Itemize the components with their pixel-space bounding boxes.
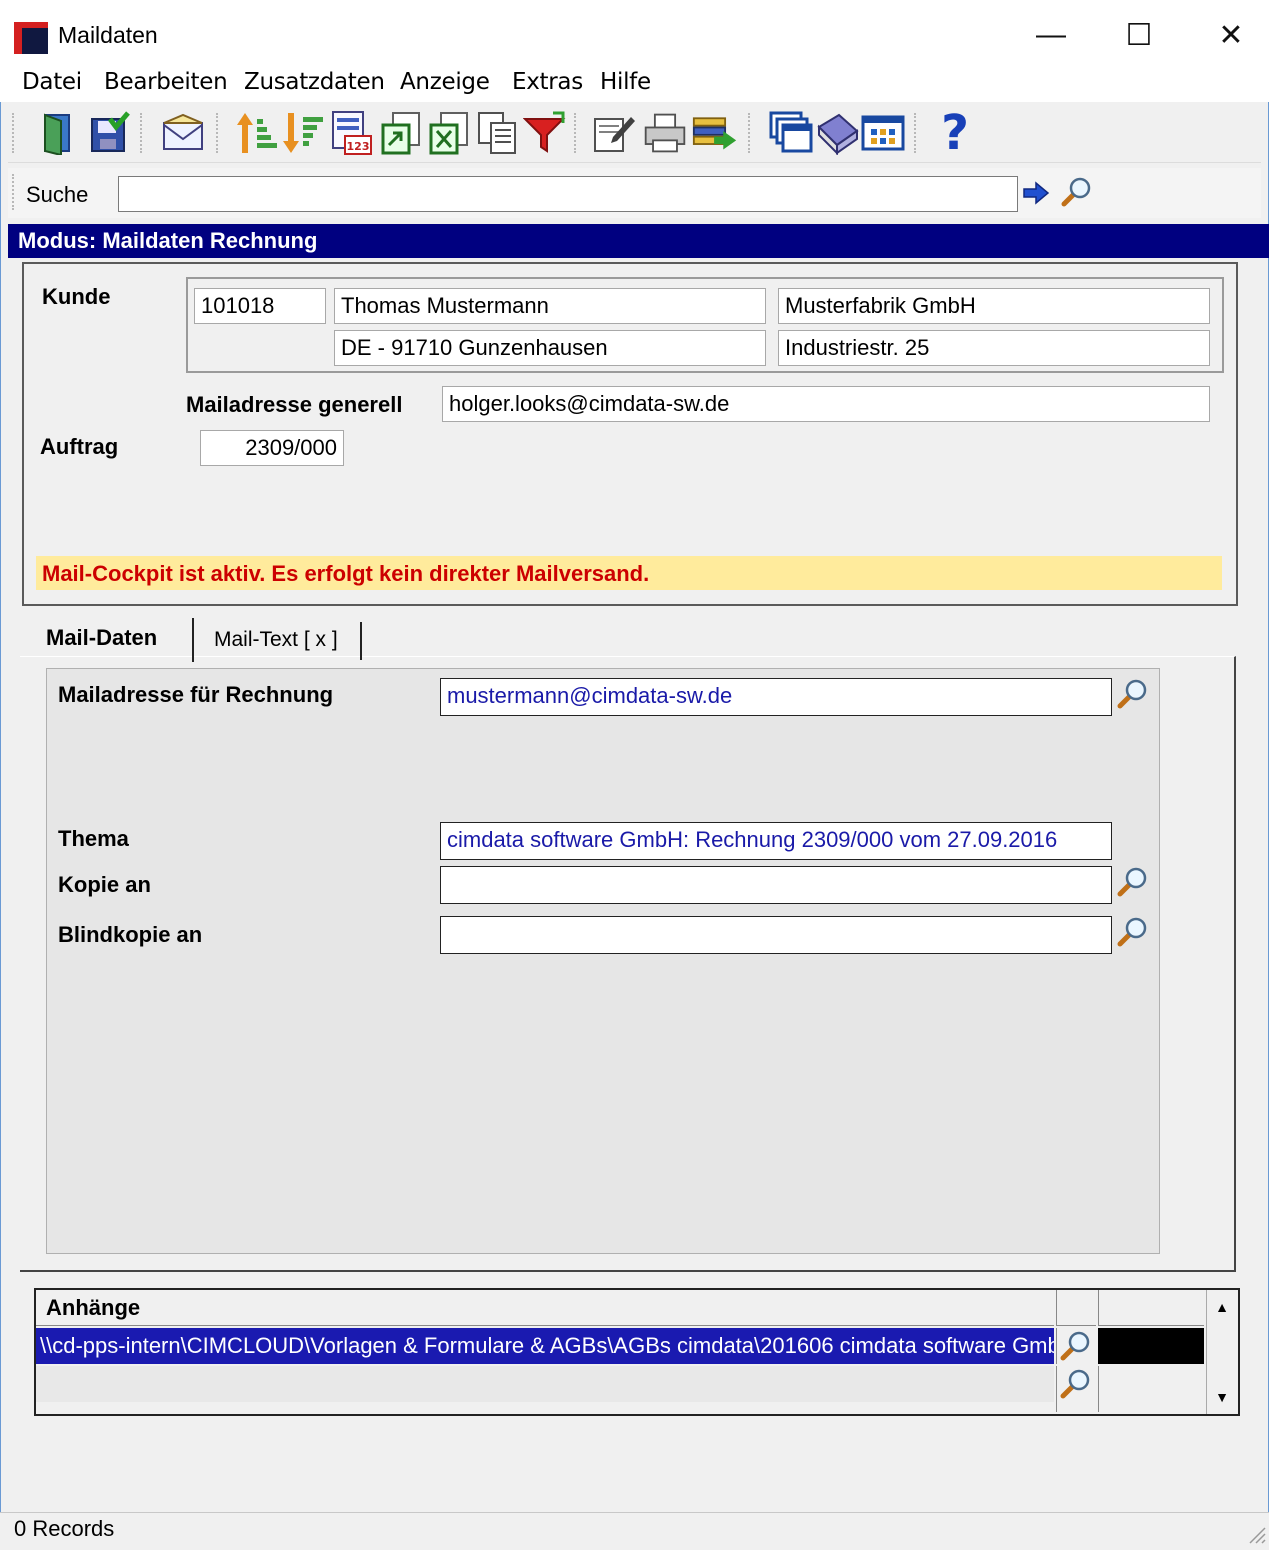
menu-hilfe[interactable]: Hilfe <box>600 69 651 95</box>
grid-header-cell <box>1056 1290 1096 1326</box>
toolbar-grip <box>12 113 18 153</box>
app-logo-icon <box>14 22 48 54</box>
customer-company-field[interactable]: Musterfabrik GmbH <box>778 288 1210 324</box>
bcc-lookup-icon[interactable] <box>1114 914 1150 950</box>
attachment-lookup-icon[interactable] <box>1056 1366 1096 1412</box>
svg-text:?: ? <box>941 107 969 157</box>
excel-icon[interactable] <box>426 109 472 157</box>
record-count: 0 Records <box>14 1516 115 1541</box>
mail-icon[interactable] <box>160 109 206 157</box>
menu-zusatzdaten[interactable]: Zusatzdaten <box>244 69 385 95</box>
tab-mail-text[interactable]: Mail-Text [ x ] <box>196 622 362 660</box>
help-icon[interactable]: ? <box>932 105 978 159</box>
attachment-row[interactable]: \\cd-pps-intern\CIMCLOUD\Vorlagen & Form… <box>36 1328 1054 1364</box>
scroll-up-arrow-icon[interactable]: ▲ <box>1206 1290 1238 1324</box>
status-bar <box>0 1512 1269 1546</box>
search-magnifier-icon[interactable] <box>1058 174 1094 210</box>
subject-field[interactable]: cimdata software GmbH: Rechnung 2309/000… <box>440 822 1112 860</box>
toolbar-separator <box>914 113 920 153</box>
menu-anzeige[interactable]: Anzeige <box>400 69 490 95</box>
toolbar-separator <box>216 113 222 153</box>
invoice-mail-field[interactable]: mustermann@cimdata-sw.de <box>440 678 1112 716</box>
toolbar-grip <box>12 174 18 210</box>
invoice-mail-label: Mailadresse für Rechnung <box>58 682 334 707</box>
cc-lookup-icon[interactable] <box>1114 864 1150 900</box>
toolbar: 123 ? <box>8 103 1261 163</box>
customer-label: Kunde <box>42 284 111 309</box>
customer-number-field[interactable]: 101018 <box>194 288 326 324</box>
general-mail-field[interactable]: holger.looks@cimdata-sw.de <box>442 386 1210 422</box>
invoice-mail-lookup-icon[interactable] <box>1114 676 1150 712</box>
search-go-arrow-icon[interactable] <box>1022 180 1050 206</box>
search-input[interactable] <box>118 176 1018 212</box>
order-number-field[interactable]: 2309/000 <box>200 430 344 466</box>
sort-descending-icon[interactable] <box>280 109 326 157</box>
customer-street-field[interactable]: Industriestr. 25 <box>778 330 1210 366</box>
save-icon[interactable] <box>86 109 132 157</box>
menu-extras[interactable]: Extras <box>512 69 583 95</box>
toolbar-separator <box>748 113 754 153</box>
customer-name-field[interactable]: Thomas Mustermann <box>334 288 766 324</box>
tab-mail-daten[interactable]: Mail-Daten <box>28 618 194 662</box>
minimize-button[interactable]: — <box>1006 10 1096 60</box>
attachment-lookup-icon[interactable] <box>1056 1328 1096 1364</box>
resize-grip-icon[interactable] <box>1246 1524 1266 1544</box>
export-icon[interactable] <box>378 109 424 157</box>
bcc-field[interactable] <box>440 916 1112 954</box>
copy-icon[interactable] <box>474 109 520 157</box>
print-icon[interactable] <box>642 109 688 157</box>
attachment-row[interactable] <box>36 1366 1054 1402</box>
cc-field[interactable] <box>440 866 1112 904</box>
attachment-cell[interactable] <box>1098 1366 1204 1412</box>
general-mail-label: Mailadresse generell <box>186 392 403 417</box>
cc-label: Kopie an <box>58 872 151 897</box>
toolbar-separator <box>140 113 146 153</box>
edit-icon[interactable] <box>592 109 638 157</box>
order-label: Auftrag <box>40 434 119 459</box>
mail-cockpit-notice: Mail-Cockpit ist aktiv. Es erfolgt kein … <box>36 556 1222 590</box>
mail-data-panel <box>46 668 1160 1254</box>
grid-header-cell <box>1098 1290 1204 1326</box>
search-label: Suche <box>26 182 89 207</box>
menu-bearbeiten[interactable]: Bearbeiten <box>104 69 228 95</box>
menu-datei[interactable]: Datei <box>22 69 82 95</box>
mode-bar: Modus: Maildaten Rechnung <box>8 224 1269 258</box>
maximize-button[interactable]: ☐ <box>1094 10 1184 60</box>
sort-ascending-icon[interactable] <box>234 109 280 157</box>
transfer-icon[interactable] <box>692 109 738 157</box>
table-icon[interactable] <box>860 109 906 157</box>
exit-door-icon[interactable] <box>36 109 82 157</box>
svg-text:123: 123 <box>347 140 370 153</box>
close-button[interactable]: ✕ <box>1186 10 1269 60</box>
filter-icon[interactable] <box>522 109 568 157</box>
attachment-cell-selected[interactable] <box>1098 1328 1204 1364</box>
bcc-label: Blindkopie an <box>58 922 203 947</box>
toolbar-separator <box>574 113 580 153</box>
attachments-header[interactable]: Anhänge <box>36 1290 1054 1326</box>
window-title: Maildaten <box>58 22 158 48</box>
customer-city-field[interactable]: DE - 91710 Gunzenhausen <box>334 330 766 366</box>
subject-label: Thema <box>58 826 129 851</box>
windows-icon[interactable] <box>768 109 814 157</box>
scroll-down-arrow-icon[interactable]: ▼ <box>1206 1380 1238 1414</box>
calendar-123-icon[interactable]: 123 <box>328 109 374 157</box>
book-icon[interactable] <box>814 109 860 157</box>
